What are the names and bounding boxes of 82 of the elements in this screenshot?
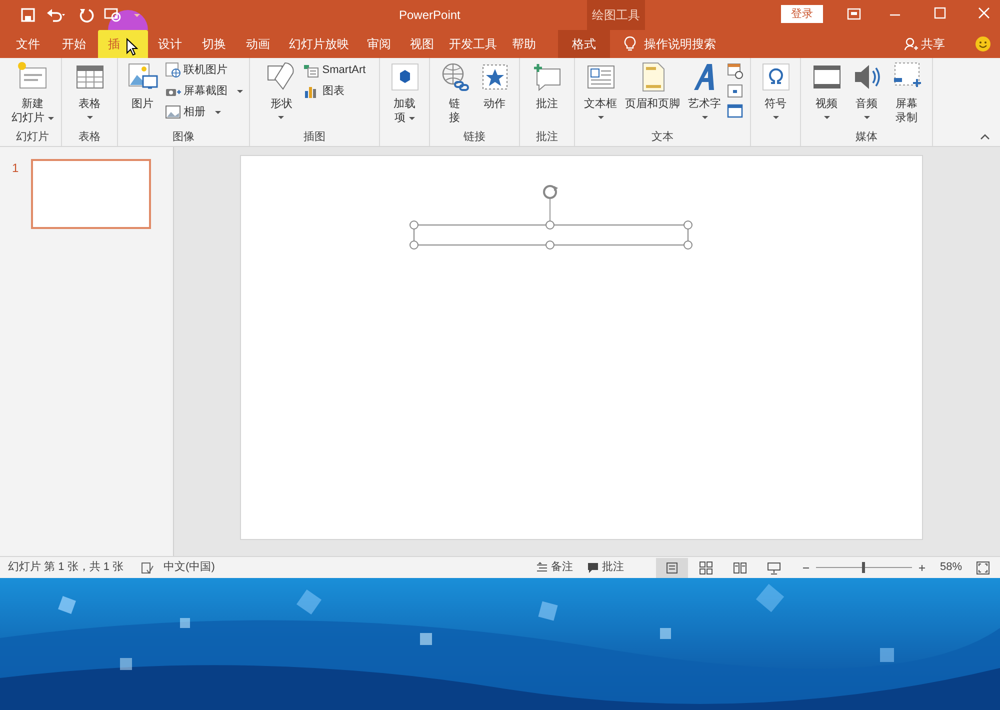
group-label: 图像 <box>172 130 194 145</box>
fit-to-window-icon[interactable] <box>976 560 990 574</box>
ribbon-button[interactable]: 文本框 <box>582 61 619 119</box>
ribbon-button[interactable]: 新建 幻灯片 <box>10 61 56 125</box>
ribbon-tab[interactable]: 切换 <box>192 30 236 58</box>
slide-number-icon[interactable] <box>727 83 743 99</box>
ribbon-button[interactable]: 动作 <box>476 61 512 111</box>
redo-icon[interactable] <box>78 7 94 23</box>
ribbon-tab[interactable]: 动画 <box>236 30 280 58</box>
ribbon-tab[interactable]: 开发工具 <box>444 30 502 58</box>
tell-me-search[interactable]: 操作说明搜索 <box>644 35 716 53</box>
context-tab-group: 绘图工具 <box>587 0 645 30</box>
save-icon[interactable] <box>20 7 36 23</box>
ribbon-button[interactable]: 屏幕截图 <box>164 82 242 100</box>
ribbon-tab[interactable]: 开始 <box>50 30 98 58</box>
ribbon-button[interactable]: 页眉和页脚 <box>623 61 682 111</box>
zoom-percentage[interactable]: 58% <box>940 559 962 576</box>
object-icon[interactable] <box>727 103 743 119</box>
language-indicator[interactable]: 中文(中国) <box>164 559 215 576</box>
group-label: 表格 <box>78 130 100 145</box>
ribbon-button[interactable]: 联机图片 <box>164 61 242 79</box>
ribbon-button[interactable]: 屏幕 录制 <box>888 61 924 125</box>
ribbon-button[interactable]: 视频 <box>808 61 844 119</box>
zoom-slider-thumb[interactable] <box>862 562 866 573</box>
smiley-icon[interactable] <box>975 36 991 52</box>
ribbon-button[interactable]: 艺术字 <box>686 61 723 119</box>
ribbon-button[interactable]: 形状 <box>263 61 300 119</box>
normal-view-icon[interactable] <box>664 560 679 574</box>
close-icon[interactable] <box>978 7 990 19</box>
ribbon-button[interactable]: 符号 <box>758 61 794 119</box>
ribbon-button[interactable]: SmartArt <box>303 61 366 79</box>
notes-button[interactable]: 备注 <box>536 559 573 576</box>
slideshow-icon[interactable] <box>104 7 122 23</box>
ribbon-tab[interactable]: 格式 <box>558 30 610 58</box>
comments-button[interactable]: 批注 <box>586 559 624 576</box>
ribbon-tab[interactable]: 设计 <box>148 30 192 58</box>
ribbon-tab[interactable]: 视图 <box>400 30 444 58</box>
ribbon-button[interactable]: 音频 <box>848 61 884 119</box>
slide-number: 1 <box>12 160 19 177</box>
group-label: 插图 <box>304 130 326 145</box>
person-add-icon <box>904 37 918 51</box>
ribbon-button[interactable]: 表格 <box>72 61 108 119</box>
ribbon-tab[interactable]: 帮助 <box>502 30 546 58</box>
ribbon-button[interactable]: 加载 项 <box>386 61 422 125</box>
group-label: 文本 <box>652 130 674 145</box>
ribbon-button[interactable]: 图表 <box>303 82 366 100</box>
slide-counter: 幻灯片 第 1 张，共 1 张 <box>8 560 124 576</box>
collapse-ribbon-icon[interactable] <box>980 134 990 140</box>
reading-view-icon[interactable] <box>732 560 747 574</box>
notes-icon <box>536 562 548 574</box>
window-title: PowerPoint <box>399 7 460 24</box>
lightbulb-icon[interactable] <box>624 36 636 52</box>
group-label: 批注 <box>536 130 558 145</box>
comment-icon <box>586 562 599 574</box>
zoom-in-icon[interactable] <box>918 564 926 572</box>
undo-icon[interactable] <box>46 7 68 23</box>
ribbon-button[interactable]: 链 接 <box>436 61 472 125</box>
slide-sorter-icon[interactable] <box>698 560 713 574</box>
online-picture-icon <box>164 62 180 78</box>
symbol-icon <box>760 61 792 93</box>
spell-check-icon[interactable] <box>140 560 154 574</box>
date-time-icon[interactable] <box>727 63 743 79</box>
ribbon-button[interactable]: 相册 <box>164 103 242 121</box>
slide-thumbnail[interactable] <box>30 159 151 229</box>
group-label: 幻灯片 <box>16 130 49 145</box>
ribbon-display-icon[interactable] <box>847 8 861 20</box>
ribbon-button[interactable]: 图片 <box>124 61 160 111</box>
mouse-cursor-icon <box>126 38 138 56</box>
photo-album-icon <box>164 104 180 120</box>
login-button[interactable]: 登录 <box>781 5 823 23</box>
ribbon-tab[interactable]: 文件 <box>6 30 50 58</box>
share-button[interactable]: 共享 <box>904 30 945 58</box>
group-label: 链接 <box>464 130 486 145</box>
comment-add-icon <box>531 61 563 93</box>
ribbon-button[interactable]: 批注 <box>529 61 565 111</box>
ribbon-tab[interactable]: 审阅 <box>358 30 400 58</box>
group-label: 媒体 <box>856 130 878 145</box>
maximize-icon[interactable] <box>934 7 946 19</box>
ribbon-tab[interactable]: 幻灯片放映 <box>280 30 358 58</box>
slide-show-icon[interactable] <box>766 560 781 574</box>
add-in-store-icon <box>388 61 420 93</box>
smartart-icon <box>303 62 320 78</box>
